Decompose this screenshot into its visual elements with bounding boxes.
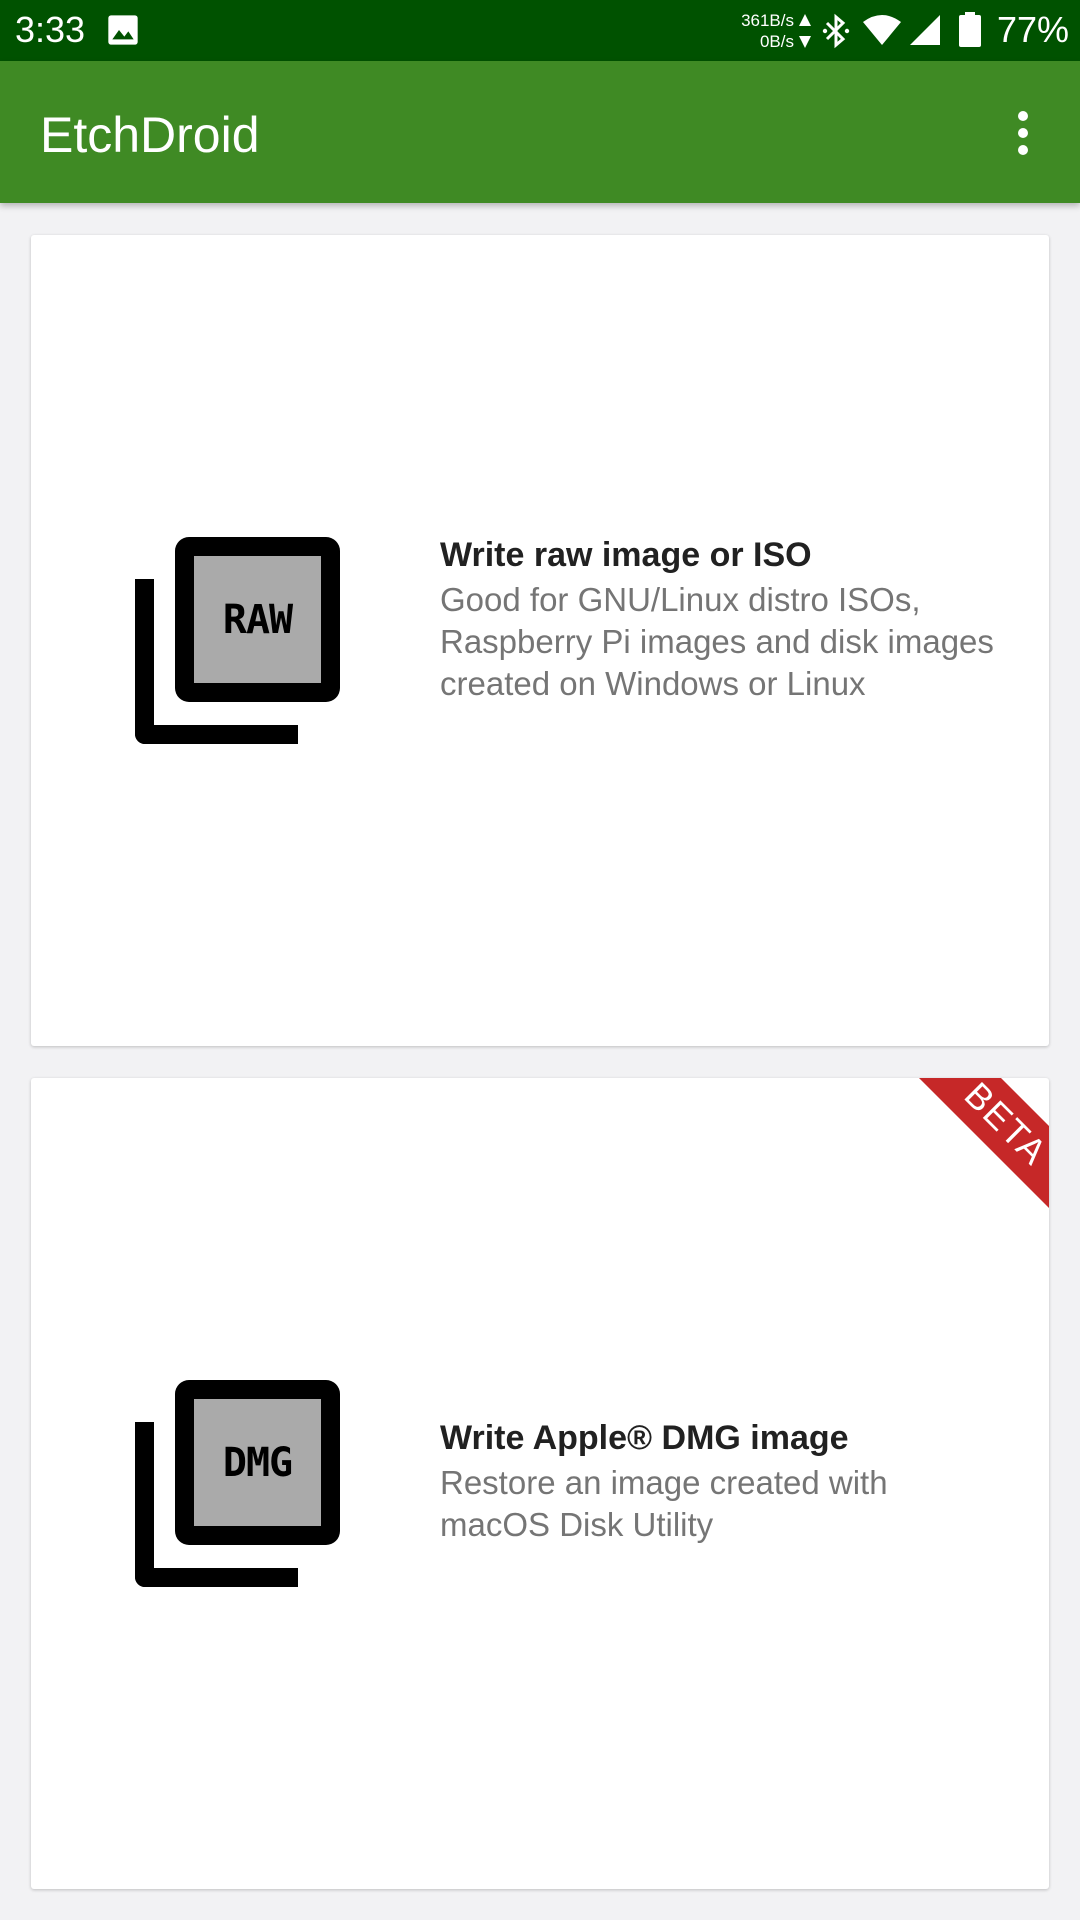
app-title: EtchDroid xyxy=(40,107,260,163)
card-text: Write Apple® DMG image Restore an image … xyxy=(440,1416,1000,1546)
battery-percentage: 77% xyxy=(997,9,1070,50)
bluetooth-icon xyxy=(822,13,850,49)
app-bar: EtchDroid xyxy=(0,61,1080,203)
battery-icon xyxy=(959,12,981,47)
overflow-dot xyxy=(1018,145,1028,155)
overflow-dot xyxy=(1018,111,1028,121)
write-dmg-image-card[interactable]: BETA DMG Write Apple® DMG image Restore … xyxy=(31,1078,1049,1889)
raw-icon-label: RAW xyxy=(222,596,293,643)
status-time: 3:33 xyxy=(15,9,86,50)
network-speed: 361B/s 0B/s xyxy=(722,10,794,52)
overflow-dot xyxy=(1018,128,1028,138)
stack-front-shape: RAW xyxy=(175,537,340,702)
card-description: Good for GNU/Linux distro ISOs, Raspberr… xyxy=(440,581,994,702)
beta-badge: BETA xyxy=(879,1078,1049,1251)
stack-front-shape: DMG xyxy=(175,1380,340,1545)
card-title: Write Apple® DMG image xyxy=(440,1419,849,1457)
raw-image-icon: RAW xyxy=(133,537,343,747)
wifi-icon xyxy=(863,15,901,45)
signal-icon xyxy=(910,15,940,45)
card-description: Restore an image created with macOS Disk… xyxy=(440,1464,888,1543)
dmg-image-icon: DMG xyxy=(133,1380,343,1590)
status-bar: 3:33 361B/s 0B/s 77% xyxy=(0,0,1080,61)
upload-speed: 361B/s xyxy=(741,11,794,30)
card-text: Write raw image or ISO Good for GNU/Linu… xyxy=(440,533,1000,705)
write-raw-image-card[interactable]: RAW Write raw image or ISO Good for GNU/… xyxy=(31,235,1049,1046)
image-notification-icon xyxy=(108,15,138,45)
net-arrows-icon xyxy=(799,14,811,48)
card-title: Write raw image or ISO xyxy=(440,536,812,574)
dmg-icon-label: DMG xyxy=(222,1439,293,1486)
overflow-menu-icon[interactable] xyxy=(1000,101,1048,165)
download-speed: 0B/s xyxy=(759,32,794,51)
